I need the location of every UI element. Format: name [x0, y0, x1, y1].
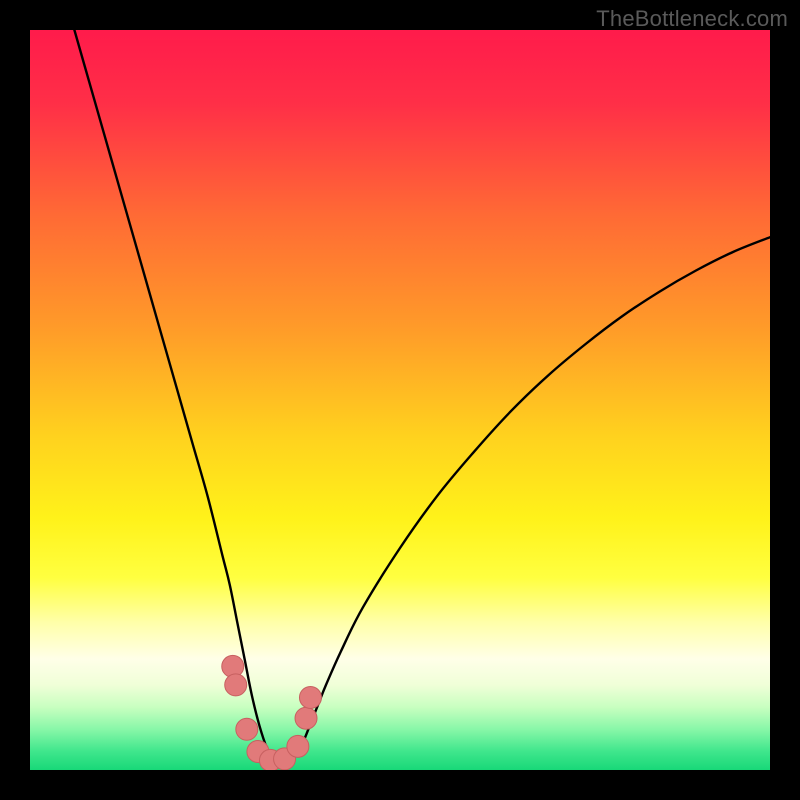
highlighted-points: [222, 655, 322, 770]
chart-svg: [30, 30, 770, 770]
marker-dot: [295, 707, 317, 729]
marker-dot: [299, 686, 321, 708]
bottleneck-curve: [74, 30, 770, 763]
plot-area: [30, 30, 770, 770]
marker-dot: [225, 674, 247, 696]
watermark-text: TheBottleneck.com: [596, 6, 788, 32]
marker-dot: [287, 735, 309, 757]
frame: TheBottleneck.com: [0, 0, 800, 800]
marker-dot: [236, 718, 258, 740]
